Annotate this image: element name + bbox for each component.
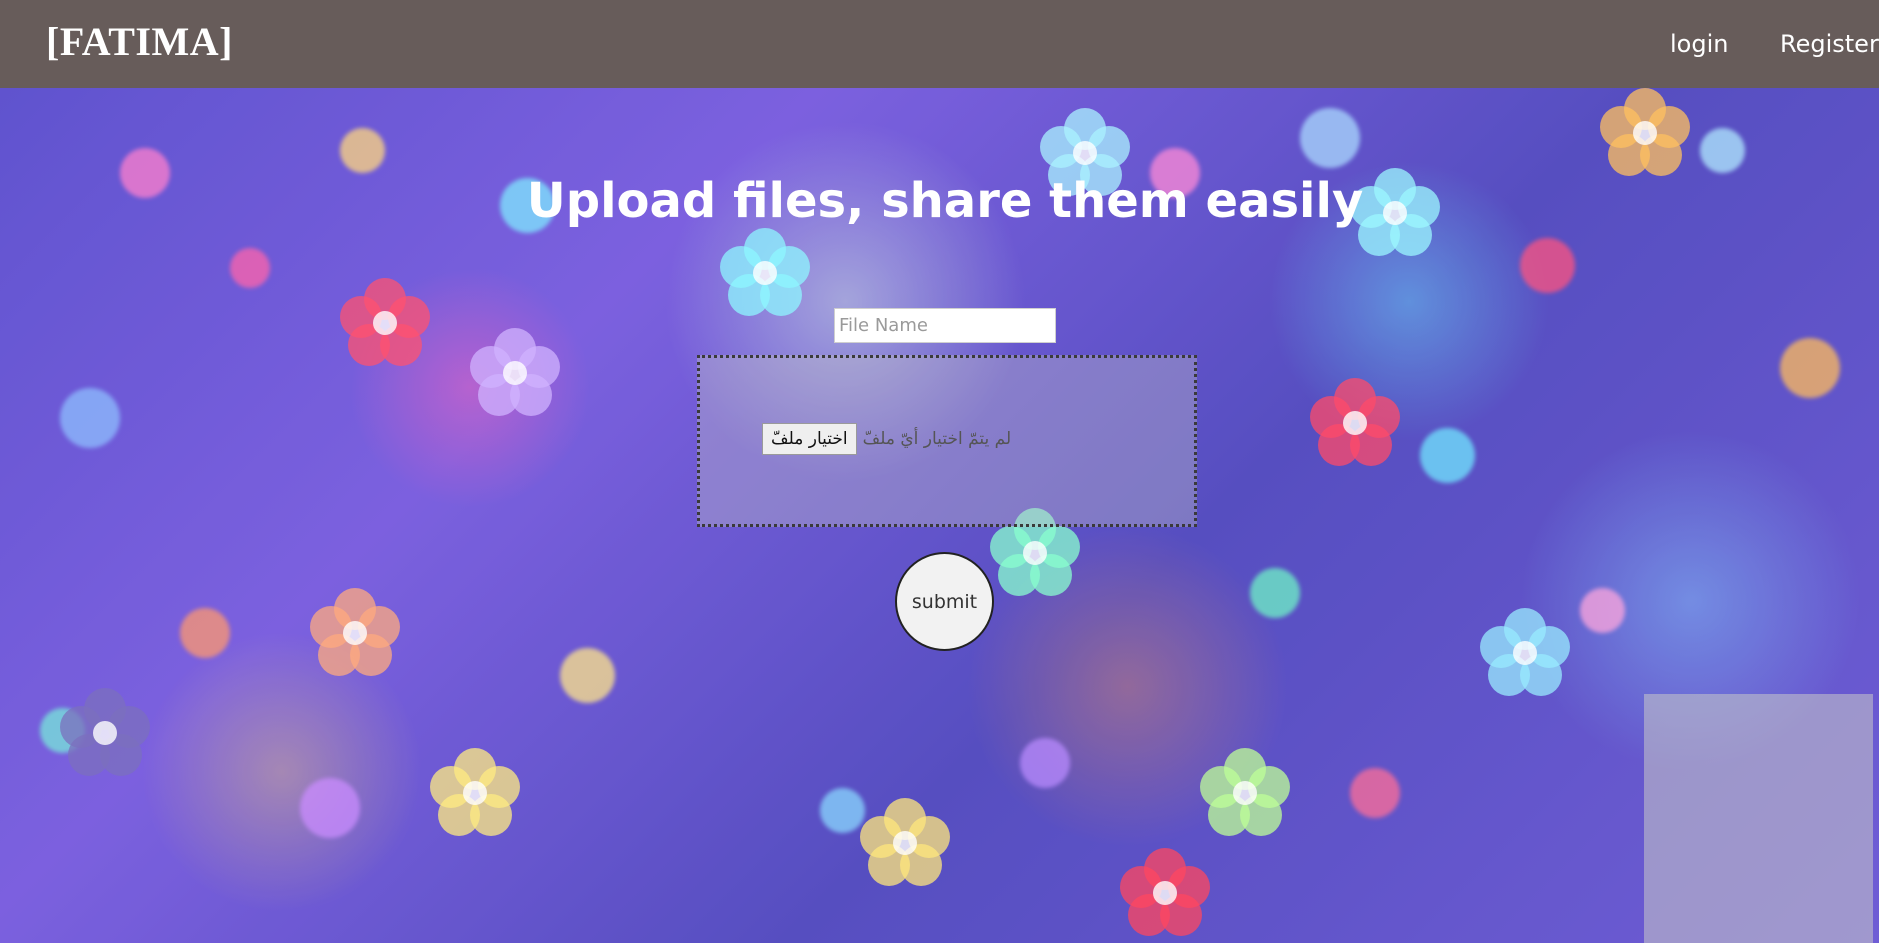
navbar: [FATIMA] login Register [0, 0, 1879, 88]
corner-panel [1644, 694, 1873, 943]
file-dropzone[interactable]: اختيار ملفّ لم يتمّ اختيار أيّ ملفّ [697, 355, 1197, 527]
file-picker[interactable]: اختيار ملفّ لم يتمّ اختيار أيّ ملفّ [762, 423, 1011, 455]
choose-file-button[interactable]: اختيار ملفّ [762, 423, 857, 455]
nav-register-link[interactable]: Register [1780, 30, 1879, 58]
file-status-text: لم يتمّ اختيار أيّ ملفّ [862, 429, 1012, 449]
page-headline: Upload files, share them easily [526, 173, 1364, 229]
submit-button[interactable]: submit [895, 552, 994, 651]
file-name-input[interactable] [834, 308, 1056, 343]
nav-login-link[interactable]: login [1670, 30, 1728, 58]
brand-logo[interactable]: [FATIMA] [46, 18, 233, 65]
